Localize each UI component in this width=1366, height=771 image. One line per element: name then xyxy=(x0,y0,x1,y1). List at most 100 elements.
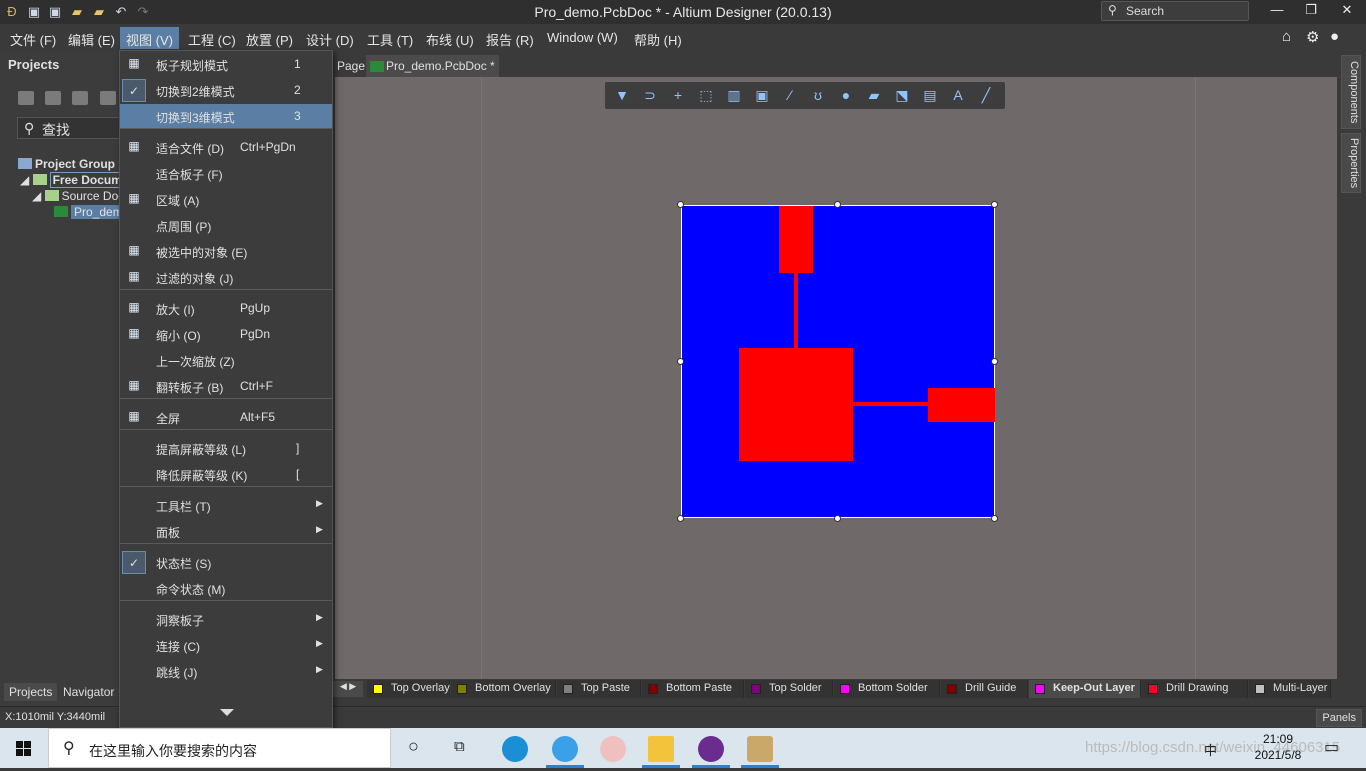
menu-10[interactable]: 帮助 (H) xyxy=(628,27,688,49)
gear-icon[interactable]: ⚙ xyxy=(1306,28,1319,46)
menu-4[interactable]: 放置 (P) xyxy=(240,27,299,49)
tree-project-group[interactable]: Project Group 1. xyxy=(18,157,128,171)
view-menu-item[interactable]: 洞察板子 ▶ xyxy=(120,607,332,632)
add-icon[interactable]: + xyxy=(669,87,687,105)
diff-pair-icon[interactable]: ʊ xyxy=(809,87,827,105)
pad-right[interactable] xyxy=(928,388,995,422)
home-icon[interactable]: ⌂ xyxy=(1282,28,1291,45)
layer-tab[interactable]: Keep-Out Layer xyxy=(1029,680,1141,698)
resize-handle[interactable] xyxy=(991,358,998,365)
resize-handle[interactable] xyxy=(991,201,998,208)
pad-top[interactable] xyxy=(779,206,813,273)
ime-icon[interactable]: 中 xyxy=(1204,740,1217,759)
pad-large[interactable] xyxy=(739,348,853,461)
resize-handle[interactable] xyxy=(677,515,684,522)
layer-tab[interactable]: Drill Drawing xyxy=(1142,680,1248,698)
view-menu-item[interactable]: ▦ 缩小 (O) PgDn xyxy=(120,322,332,347)
snipping-tool-icon[interactable] xyxy=(600,736,626,762)
tab-page[interactable]: Page xyxy=(333,55,369,77)
app-icon[interactable] xyxy=(698,736,724,762)
polygon-icon[interactable]: ⬔ xyxy=(893,87,911,105)
view-menu-item[interactable]: ▦ 放大 (I) PgUp xyxy=(120,296,332,321)
menu-2[interactable]: 视图 (V) xyxy=(120,27,179,49)
edge-icon[interactable] xyxy=(502,736,528,762)
route-icon[interactable]: ⊃ xyxy=(641,87,659,105)
project-search-input[interactable]: ⚲ 查找 xyxy=(17,117,127,139)
browser-icon[interactable] xyxy=(552,736,578,762)
align-icon[interactable]: ▥ xyxy=(725,87,743,105)
interactive-route-icon[interactable]: ∕ xyxy=(781,87,799,105)
menu-7[interactable]: 布线 (U) xyxy=(420,27,480,49)
component-icon[interactable]: ▣ xyxy=(753,87,771,105)
text-icon[interactable]: A xyxy=(949,87,967,105)
layer-tab[interactable]: Bottom Paste xyxy=(642,680,744,698)
layer-tab[interactable]: Multi-Layer xyxy=(1249,680,1331,698)
resize-handle[interactable] xyxy=(677,358,684,365)
view-menu-item[interactable]: ✓ 状态栏 (S) xyxy=(120,550,332,575)
clock[interactable]: 21:09 2021/5/8 xyxy=(1250,731,1306,763)
cortana-icon[interactable]: ○ xyxy=(408,736,419,757)
folder-search-icon[interactable] xyxy=(72,91,88,105)
track-horizontal[interactable] xyxy=(853,402,929,406)
menu-6[interactable]: 工具 (T) xyxy=(361,27,419,49)
view-menu-item[interactable]: 跳线 (J) ▶ xyxy=(120,659,332,684)
tab-projects[interactable]: Projects xyxy=(4,683,58,701)
view-menu-item[interactable]: 适合板子 (F) xyxy=(120,161,332,186)
view-menu-item[interactable]: ▦ 区域 (A) xyxy=(120,187,332,212)
tab-navigator[interactable]: Navigator xyxy=(58,683,119,701)
view-menu-item[interactable]: ▦ 板子规划模式 1 xyxy=(120,52,332,77)
track-vertical[interactable] xyxy=(794,273,798,349)
view-menu-item[interactable]: ▦ 全屏 Alt+F5 xyxy=(120,405,332,430)
task-view-icon[interactable]: ⧉ xyxy=(454,738,465,755)
menu-3[interactable]: 工程 (C) xyxy=(182,27,242,49)
view-menu-item[interactable]: 切换到3维模式 3 xyxy=(120,104,332,129)
tab-pcbdoc[interactable]: Pro_demo.PcbDoc * xyxy=(366,55,499,77)
folder-settings-icon[interactable] xyxy=(100,91,116,105)
menu-9[interactable]: Window (W) xyxy=(541,27,624,49)
altium-taskbar-icon[interactable] xyxy=(747,736,773,762)
resize-handle[interactable] xyxy=(834,515,841,522)
view-menu-item[interactable]: ▦ 翻转板子 (B) Ctrl+F xyxy=(120,374,332,399)
layer-tab[interactable]: Drill Guide xyxy=(941,680,1028,698)
view-menu-item[interactable]: 工具栏 (T) ▶ xyxy=(120,493,332,518)
view-menu-item[interactable]: 提高屏蔽等级 (L)] xyxy=(120,436,332,461)
layer-tab[interactable]: Top Paste xyxy=(557,680,641,698)
menu-5[interactable]: 设计 (D) xyxy=(300,27,360,49)
line-icon[interactable]: ╱ xyxy=(977,87,995,105)
panels-button[interactable]: Panels xyxy=(1316,709,1362,727)
view-menu-item[interactable]: 点周围 (P) xyxy=(120,213,332,238)
layer-scroll-arrows[interactable]: ◀ ▶ xyxy=(333,681,363,697)
view-menu-item[interactable]: 连接 (C) ▶ xyxy=(120,633,332,658)
view-menu-item[interactable]: 降低屏蔽等级 (K) [ xyxy=(120,462,332,487)
resize-handle[interactable] xyxy=(991,515,998,522)
layer-tab[interactable]: Top Solder xyxy=(745,680,833,698)
view-menu-item[interactable]: ▦ 过滤的对象 (J) xyxy=(120,265,332,290)
layer-tab[interactable]: Bottom Solder xyxy=(834,680,940,698)
via-icon[interactable]: ● xyxy=(837,87,855,105)
save-icon[interactable] xyxy=(18,91,34,105)
layer-tab[interactable]: Bottom Overlay xyxy=(451,680,556,698)
notification-icon[interactable]: ▭ xyxy=(1324,737,1339,757)
taskbar-search-input[interactable]: ⚲ 在这里输入你要搜索的内容 xyxy=(48,728,391,768)
pcb-board[interactable] xyxy=(681,205,995,518)
view-menu-item[interactable]: 命令状态 (M) xyxy=(120,576,332,601)
minimize-button[interactable]: — xyxy=(1262,2,1292,17)
copy-icon[interactable] xyxy=(45,91,61,105)
resize-handle[interactable] xyxy=(677,201,684,208)
search-input[interactable]: ⚲ Search xyxy=(1101,1,1249,21)
menu-1[interactable]: 编辑 (E) xyxy=(62,27,121,49)
tab-components[interactable]: Components xyxy=(1341,55,1361,129)
view-menu-item[interactable]: 上一次缩放 (Z) xyxy=(120,348,332,373)
maximize-button[interactable]: ❐ xyxy=(1296,2,1326,18)
dimension-icon[interactable]: ▤ xyxy=(921,87,939,105)
menu-0[interactable]: 文件 (F) xyxy=(4,27,62,49)
close-button[interactable]: ✕ xyxy=(1332,2,1362,18)
region-icon[interactable]: ▰ xyxy=(865,87,883,105)
user-icon[interactable]: ● xyxy=(1330,28,1339,45)
layer-tab[interactable]: Top Overlay xyxy=(367,680,450,698)
view-menu-item[interactable]: 面板 ▶ xyxy=(120,519,332,544)
filter-icon[interactable]: ▼ xyxy=(613,87,631,105)
view-menu-item[interactable]: ✓ 切换到2维模式 2 xyxy=(120,78,332,103)
menu-8[interactable]: 报告 (R) xyxy=(480,27,540,49)
view-menu-item[interactable]: ▦ 适合文件 (D) Ctrl+PgDn xyxy=(120,135,332,160)
